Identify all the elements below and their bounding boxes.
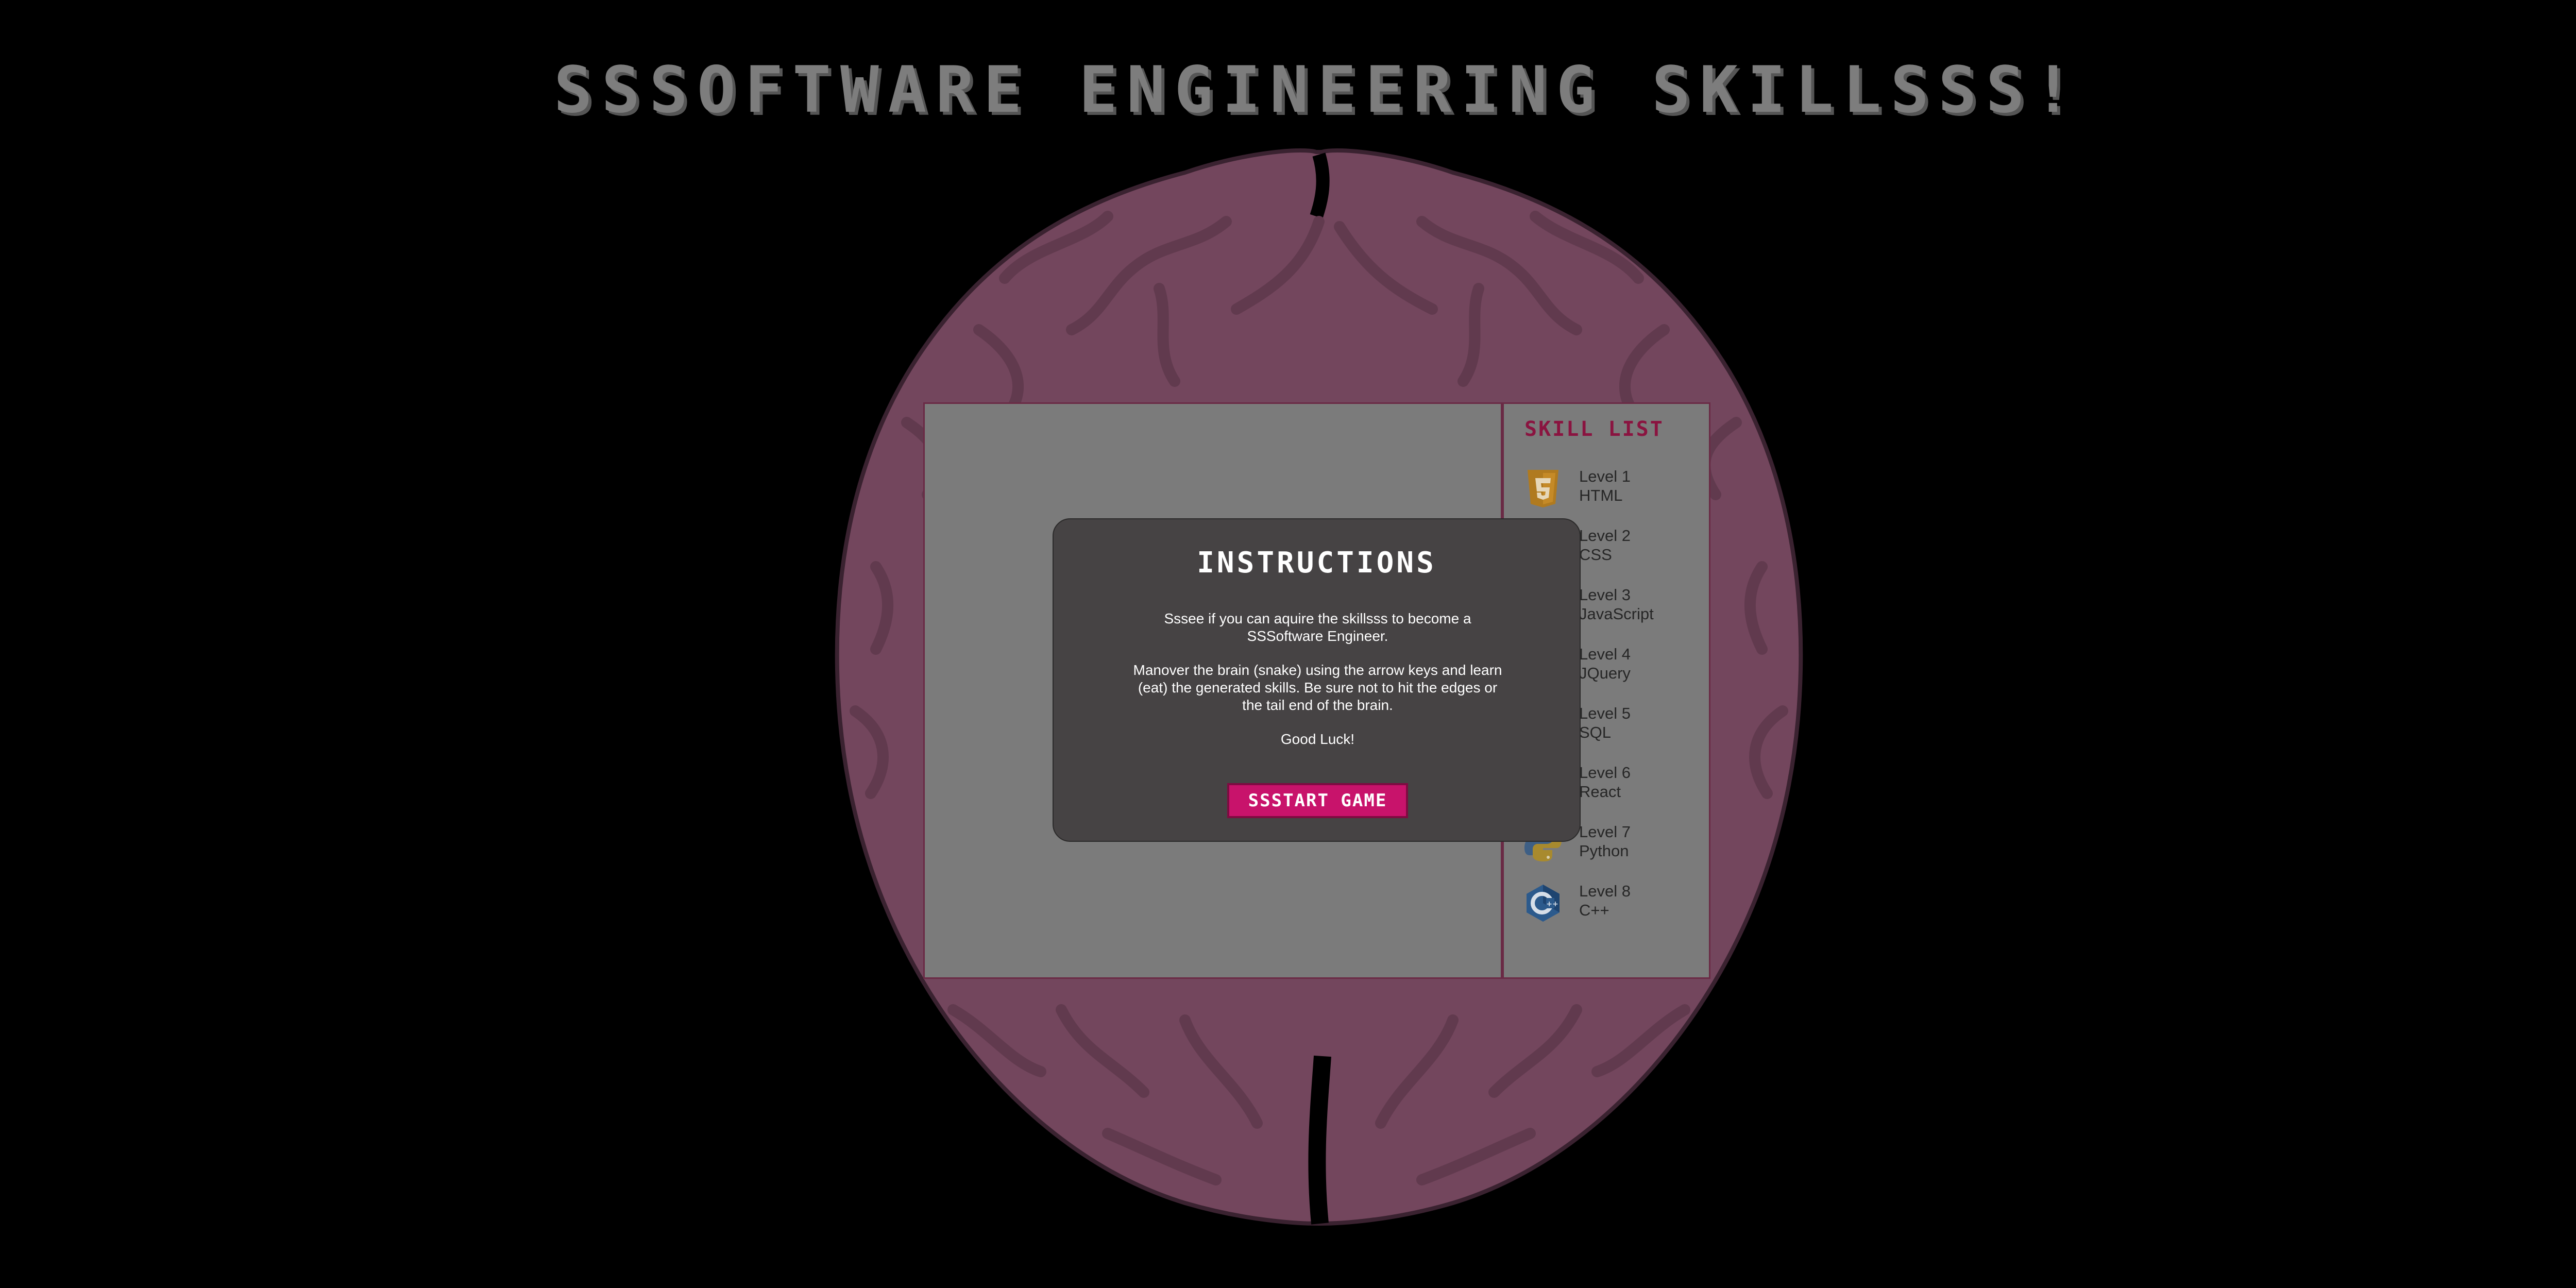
instructions-title: INSTRUCTIONS: [1197, 546, 1436, 580]
instructions-modal: INSTRUCTIONS Sssee if you can aquire the…: [1053, 518, 1581, 842]
instructions-paragraph-2: Manover the brain (snake) using the arro…: [1133, 662, 1502, 713]
skill-label: Level 5 SQL: [1579, 704, 1631, 741]
html5-icon: [1528, 470, 1558, 507]
instructions-paragraph-3: Good Luck!: [1280, 731, 1355, 747]
skill-label: Level 2 CSS: [1579, 527, 1631, 564]
skill-label: Level 7 Python: [1579, 823, 1631, 860]
start-game-button[interactable]: SSSTART GAME: [1227, 783, 1408, 818]
page-title: SSSOFTWARE ENGINEERING SKILLSSS!: [554, 53, 2081, 127]
skill-label: Level 4 JQuery: [1579, 645, 1631, 682]
skill-item-cpp: ++ Level 8 C++: [1519, 878, 1705, 930]
skill-label: Level 6 React: [1579, 764, 1631, 801]
instructions-paragraph-1: Sssee if you can aquire the skillsss to …: [1164, 611, 1471, 644]
skill-label: Level 8 C++: [1579, 882, 1631, 919]
skill-label: Level 3 JavaScript: [1579, 586, 1654, 623]
skill-label: Level 1 HTML: [1579, 467, 1631, 504]
svg-text:++: ++: [1546, 900, 1558, 908]
cpp-icon: ++: [1527, 885, 1560, 922]
skill-item-html: Level 1 HTML: [1519, 464, 1705, 515]
skill-list-title: SKILL LIST: [1524, 417, 1664, 441]
